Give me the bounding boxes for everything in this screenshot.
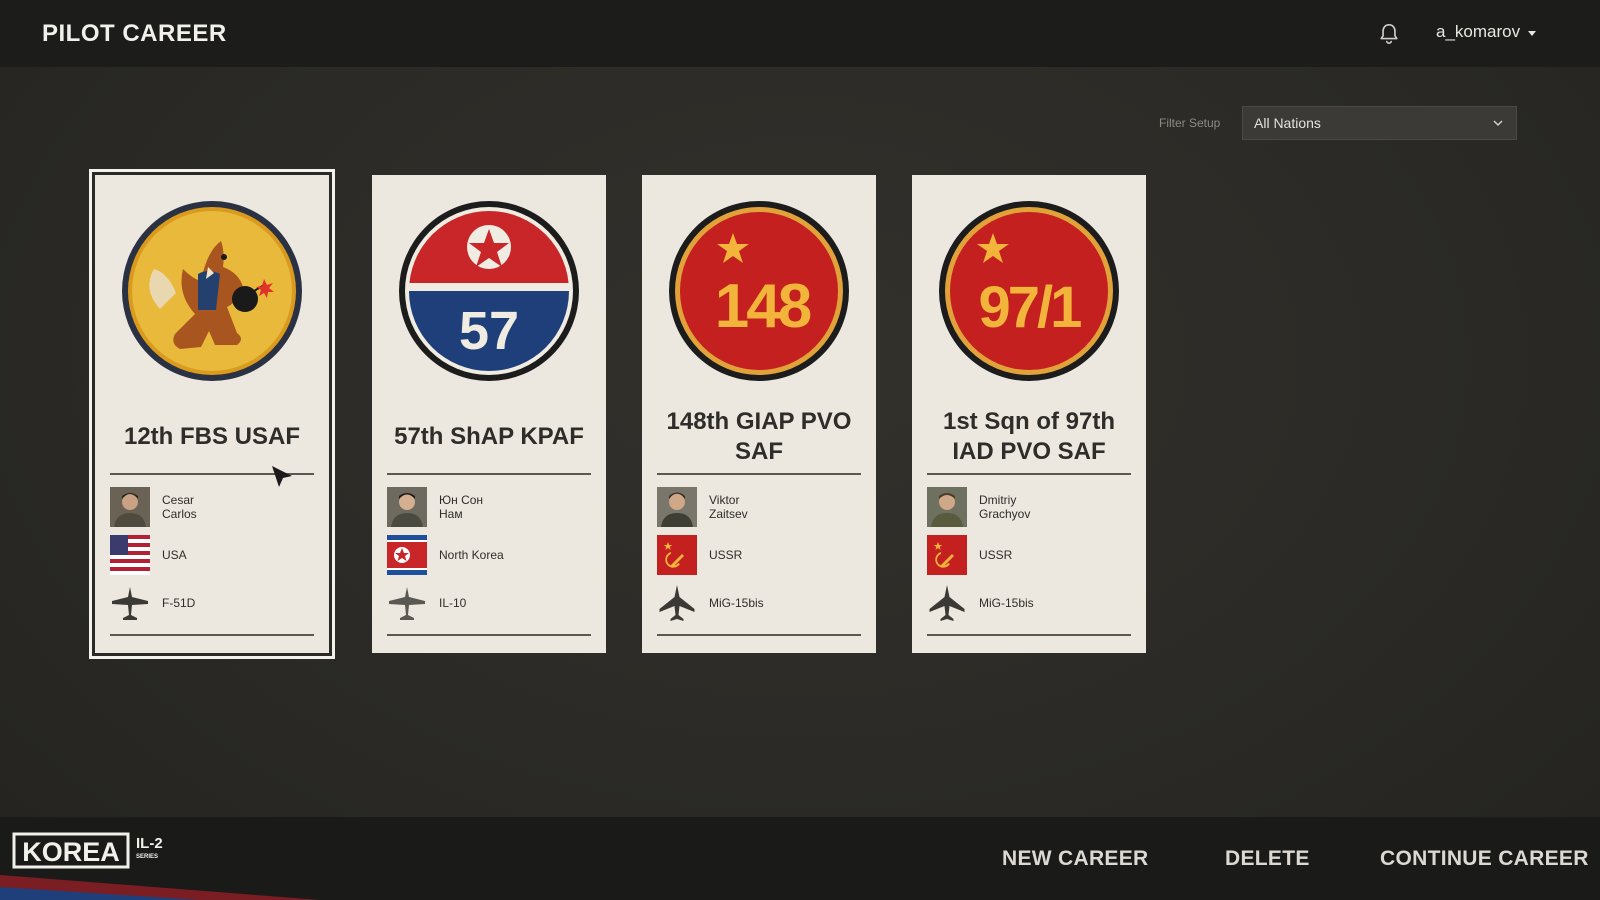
pilot-portrait-icon — [927, 487, 967, 527]
squadron-name: 148th GIAP PVO SAF — [666, 408, 852, 465]
aircraft-name: IL-10 — [439, 596, 467, 610]
mouse-cursor-icon — [272, 466, 292, 487]
nation-row: USSR — [927, 535, 1131, 575]
divider — [657, 473, 861, 475]
squadron-name: 1st Sqn of 97th IAD PVO SAF — [942, 408, 1116, 465]
divider — [110, 634, 314, 636]
kpaf-57-emblem: 57 — [399, 201, 579, 381]
career-card-12th-fbs[interactable]: 12th FBS USAF Cesar Carlos USA F-51D — [95, 175, 329, 653]
pilot-row: Юн Сон Нам — [387, 487, 591, 527]
chevron-down-icon — [1493, 120, 1503, 127]
propeller-plane-icon — [112, 587, 148, 620]
fox-squadron-emblem — [122, 201, 302, 381]
game-logo: KOREA IL-2 SERIES — [0, 832, 320, 900]
divider — [387, 473, 591, 475]
pilot-portrait-icon — [387, 487, 427, 527]
propeller-plane-icon — [389, 587, 425, 620]
pilot-row: Viktor Zaitsev — [657, 487, 861, 527]
pilot-name: Юн Сон Нам — [439, 493, 484, 521]
divider — [927, 473, 1131, 475]
emblem-number: 57 — [459, 301, 519, 361]
bottom-bar: KOREA IL-2 SERIES NEW CAREER DELETE CONT… — [0, 817, 1600, 900]
jet-plane-icon — [929, 585, 965, 621]
squadron-name: 12th FBS USAF — [123, 423, 300, 450]
aircraft-row: MiG-15bis — [657, 583, 861, 623]
user-menu[interactable]: a_komarov — [1436, 22, 1537, 42]
pilot-portrait-icon — [110, 487, 150, 527]
filter-selected-value: All Nations — [1254, 115, 1321, 131]
iad-97-1-emblem: 97/1 — [939, 201, 1119, 381]
series-subtext: SERIES — [136, 854, 158, 860]
notification-bell-icon[interactable] — [1378, 22, 1400, 46]
divider — [387, 634, 591, 636]
chevron-down-icon — [1528, 30, 1537, 36]
pilot-name: Viktor Zaitsev — [709, 493, 748, 521]
pilot-name: Dmitriy Grachyov — [979, 493, 1031, 521]
nation-name: North Korea — [439, 548, 504, 562]
emblem-number: 148 — [715, 272, 811, 341]
filter-label: Filter Setup — [1159, 116, 1221, 130]
usa-flag-icon — [110, 535, 150, 575]
aircraft-row: IL-10 — [387, 583, 591, 623]
new-career-button[interactable]: NEW CAREER — [1002, 847, 1149, 871]
nation-row: North Korea — [387, 535, 591, 575]
series-text: IL-2 — [136, 835, 163, 852]
nation-name: USSR — [709, 548, 743, 562]
username: a_komarov — [1436, 22, 1521, 41]
ussr-flag-icon — [657, 535, 697, 575]
nation-name: USA — [162, 548, 187, 562]
jet-plane-icon — [659, 585, 695, 621]
aircraft-name: F-51D — [162, 596, 196, 610]
pilot-row: Cesar Carlos — [110, 487, 314, 527]
top-bar: PILOT CAREER a_komarov — [0, 0, 1600, 67]
aircraft-name: MiG-15bis — [979, 596, 1034, 610]
logo-text: KOREA — [22, 837, 120, 867]
career-card-148th-giap[interactable]: 148 148th GIAP PVO SAF Viktor Zaitsev US… — [642, 175, 876, 653]
nation-filter-select[interactable]: All Nations — [1242, 106, 1517, 140]
nation-row: USSR — [657, 535, 861, 575]
emblem-number: 97/1 — [979, 275, 1082, 340]
nation-row: USA — [110, 535, 314, 575]
aircraft-row: MiG-15bis — [927, 583, 1131, 623]
nation-name: USSR — [979, 548, 1013, 562]
divider — [927, 634, 1131, 636]
north-korea-flag-icon — [387, 535, 427, 575]
ussr-flag-icon — [927, 535, 967, 575]
squadron-name: 57th ShAP KPAF — [394, 423, 584, 450]
pilot-name: Cesar Carlos — [162, 493, 197, 521]
giap-148-emblem: 148 — [669, 201, 849, 381]
career-card-57th-shap[interactable]: 57 57th ShAP KPAF Юн Сон Нам North Korea… — [372, 175, 606, 653]
delete-button[interactable]: DELETE — [1225, 847, 1310, 871]
pilot-row: Dmitriy Grachyov — [927, 487, 1131, 527]
continue-career-button[interactable]: CONTINUE CAREER — [1380, 847, 1589, 871]
pilot-portrait-icon — [657, 487, 697, 527]
career-card-97th-iad[interactable]: 97/1 1st Sqn of 97th IAD PVO SAF Dmitriy… — [912, 175, 1146, 653]
page-title: PILOT CAREER — [42, 20, 227, 47]
divider — [657, 634, 861, 636]
aircraft-name: MiG-15bis — [709, 596, 764, 610]
aircraft-row: F-51D — [110, 583, 314, 623]
